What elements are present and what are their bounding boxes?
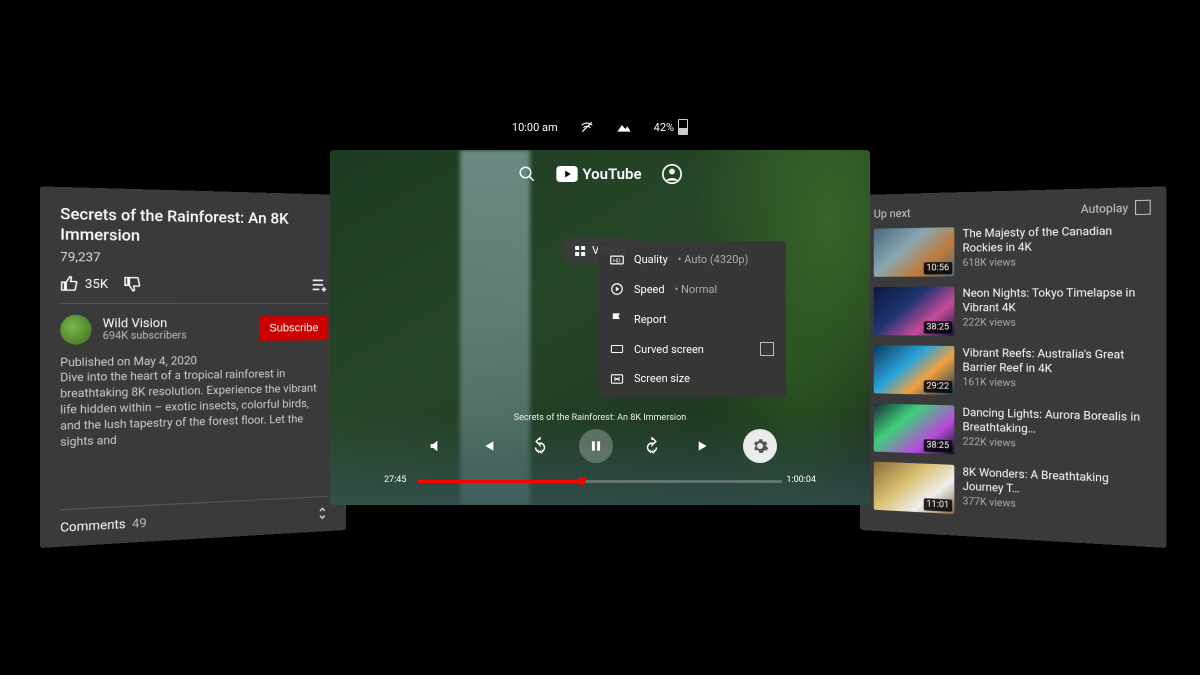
- rewind-10-button[interactable]: 10: [527, 433, 553, 459]
- landscape-icon: [616, 121, 632, 133]
- volume-button[interactable]: [423, 433, 449, 459]
- grid-icon: [574, 245, 586, 257]
- video-panel: YouTube Videos HD Quality • Auto (4320p)…: [330, 150, 870, 505]
- search-icon[interactable]: [518, 165, 536, 183]
- curved-screen-icon: [610, 343, 624, 355]
- thumbnail: 38:25: [874, 403, 955, 454]
- forward-10-button[interactable]: 10: [639, 433, 665, 459]
- duration: 1:00:04: [786, 475, 816, 485]
- autoplay-checkbox[interactable]: [1135, 200, 1151, 215]
- status-bar: 10:00 am 42%: [0, 119, 1200, 135]
- settings-curved-screen[interactable]: Curved screen: [598, 334, 786, 364]
- curved-screen-checkbox[interactable]: [760, 342, 774, 356]
- hd-icon: HD: [610, 255, 624, 265]
- settings-speed[interactable]: Speed • Normal: [598, 274, 786, 304]
- up-next-panel: Up next Autoplay 10:56 The Majesty of th…: [860, 186, 1167, 548]
- recommendation-item[interactable]: 11:01 8K Wonders: A Breathtaking Journey…: [874, 462, 1151, 525]
- recommendation-item[interactable]: 38:25 Neon Nights: Tokyo Timelapse in Vi…: [874, 286, 1151, 338]
- video-description: Published on May 4, 2020 Dive into the h…: [60, 352, 328, 451]
- thumbnail: 11:01: [874, 462, 955, 514]
- thumbnail: 38:25: [874, 287, 955, 336]
- svg-text:HD: HD: [613, 258, 621, 264]
- vr-stage: 10:00 am 42% YouTube: [0, 0, 1200, 675]
- progress-bar[interactable]: 27:45 1:00:04: [384, 476, 816, 483]
- like-button[interactable]: 35K: [60, 274, 108, 291]
- expand-icon: [316, 505, 328, 522]
- subscribe-button[interactable]: Subscribe: [259, 316, 328, 341]
- channel-name[interactable]: Wild Vision: [103, 315, 187, 330]
- channel-subs: 694K subscribers: [103, 330, 187, 342]
- svg-text:10: 10: [537, 450, 543, 456]
- video-caption: Secrets of the Rainforest: An 8K Immersi…: [514, 413, 686, 423]
- channel-row: Wild Vision 694K subscribers Subscribe: [60, 314, 328, 345]
- video-title: Secrets of the Rainforest: An 8K Immersi…: [60, 204, 328, 248]
- info-panel: Secrets of the Rainforest: An 8K Immersi…: [40, 186, 346, 548]
- settings-screen-size[interactable]: Screen size: [598, 364, 786, 393]
- battery-indicator: 42%: [654, 119, 688, 135]
- status-time: 10:00 am: [512, 121, 558, 134]
- recommendation-item[interactable]: 10:56 The Majesty of the Canadian Rockie…: [874, 223, 1151, 277]
- settings-button[interactable]: [743, 429, 777, 463]
- player-controls: 10 10: [330, 429, 870, 463]
- next-button[interactable]: [691, 433, 717, 459]
- recommendation-item[interactable]: 38:25 Dancing Lights: Aurora Borealis in…: [874, 403, 1151, 462]
- speed-icon: [610, 282, 624, 296]
- thumbnail: 29:22: [874, 345, 955, 395]
- channel-avatar[interactable]: [60, 314, 91, 344]
- screen-size-icon: [610, 373, 624, 385]
- previous-button[interactable]: [475, 433, 501, 459]
- wifi-off-icon: [580, 120, 594, 134]
- add-to-playlist-button[interactable]: [310, 277, 328, 291]
- pause-button[interactable]: [579, 429, 613, 463]
- autoplay-label: Autoplay: [1081, 201, 1129, 216]
- battery-icon: [678, 119, 688, 135]
- svg-text:10: 10: [649, 450, 655, 456]
- settings-popover: HD Quality • Auto (4320p) Speed • Normal…: [598, 241, 786, 397]
- action-bar: 35K: [60, 274, 328, 303]
- current-time: 27:45: [384, 475, 406, 485]
- recommendation-item[interactable]: 29:22 Vibrant Reefs: Australia's Great B…: [874, 345, 1151, 400]
- dislike-button[interactable]: [124, 275, 141, 292]
- up-next-heading: Up next: [874, 206, 911, 220]
- flag-icon: [610, 312, 624, 326]
- settings-report[interactable]: Report: [598, 304, 786, 334]
- view-count: 79,237: [60, 249, 328, 267]
- settings-quality[interactable]: HD Quality • Auto (4320p): [598, 245, 786, 274]
- comments-toggle[interactable]: Comments 49: [60, 496, 328, 536]
- account-icon[interactable]: [662, 164, 682, 184]
- thumbnail: 10:56: [874, 227, 955, 277]
- video-top-bar: YouTube: [330, 164, 870, 184]
- youtube-logo[interactable]: YouTube: [556, 165, 641, 183]
